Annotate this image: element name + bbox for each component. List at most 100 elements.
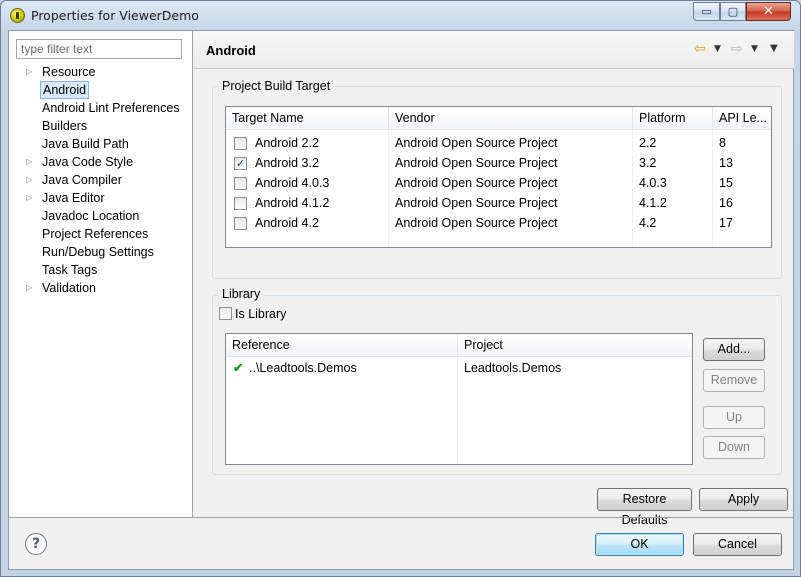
remove-library-button[interactable]: Remove [703, 369, 765, 392]
tree-item-label[interactable]: Builders [40, 117, 89, 135]
table-row[interactable]: Android 4.0.3 Android Open Source Project… [226, 173, 771, 193]
tree-item[interactable]: Task Tags [9, 261, 193, 279]
is-library-label[interactable]: Is Library [235, 307, 286, 321]
column-project[interactable]: Project [458, 334, 692, 357]
forward-arrow-icon[interactable]: ⇨ [731, 41, 743, 57]
tree-item[interactable]: Javadoc Location [9, 207, 193, 225]
cell-api: 8 [719, 136, 726, 150]
cell-name: Android 3.2 [255, 156, 319, 170]
page-title: Android [206, 43, 256, 58]
tree-item[interactable]: Builders [9, 117, 193, 135]
properties-dialog: Properties for ViewerDemo ▭ ▢ ✕ ▷Resourc… [0, 0, 801, 577]
target-checkbox[interactable] [234, 197, 247, 210]
back-arrow-icon[interactable]: ⇦ [694, 41, 706, 57]
build-target-group-label: Project Build Target [219, 79, 334, 93]
close-icon: ✕ [763, 4, 774, 19]
tree-item-label[interactable]: Task Tags [40, 261, 99, 279]
table-row[interactable]: ✔ ..\Leadtools.Demos Leadtools.Demos [226, 358, 692, 378]
tree-item[interactable]: ▷ Java Code Style [9, 153, 193, 171]
tree-item[interactable]: ▷ Java Compiler [9, 171, 193, 189]
column-api-level[interactable]: API Le... [713, 107, 768, 130]
cell-vendor: Android Open Source Project [395, 216, 558, 230]
minimize-button[interactable]: ▭ [693, 2, 720, 21]
cell-vendor: Android Open Source Project [395, 176, 558, 190]
restore-defaults-button[interactable]: Restore Defaults [597, 488, 692, 527]
maximize-icon: ▢ [727, 5, 739, 18]
apply-button[interactable]: Apply [699, 488, 788, 511]
cell-vendor: Android Open Source Project [395, 156, 558, 170]
tree-item-label[interactable]: Android [40, 81, 90, 99]
tree-item[interactable]: ▷ Validation [9, 279, 193, 297]
tree-item-label[interactable]: Java Build Path [40, 135, 131, 153]
cell-api: 15 [719, 176, 733, 190]
cell-project: Leadtools.Demos [464, 361, 562, 375]
tree-item-label[interactable]: Javadoc Location [40, 207, 141, 225]
tree-item-label[interactable]: Java Code Style [40, 153, 135, 171]
tree-item-label[interactable]: Android Lint Preferences [40, 99, 182, 117]
target-checkbox[interactable] [234, 137, 247, 150]
cell-api: 16 [719, 196, 733, 210]
cell-vendor: Android Open Source Project [395, 136, 558, 150]
view-menu-icon[interactable]: ▼ [770, 43, 778, 54]
table-row[interactable]: Android 4.2 Android Open Source Project 4.… [226, 213, 771, 233]
minimize-icon: ▭ [701, 5, 712, 18]
tree-item[interactable]: Android Lint Preferences [9, 99, 193, 117]
tree-item-label[interactable]: Run/Debug Settings [40, 243, 156, 261]
back-dropdown-icon[interactable]: ▼ [714, 44, 721, 54]
expand-arrow-icon[interactable]: ▷ [26, 63, 36, 81]
filter-input[interactable] [16, 39, 182, 59]
cell-api: 17 [719, 216, 733, 230]
cell-platform: 4.2 [639, 216, 657, 230]
tree-item[interactable]: Project References [9, 225, 193, 243]
help-icon[interactable]: ? [25, 533, 47, 555]
build-target-header-row: Target Name Vendor Platform API Le... [226, 107, 771, 130]
target-checkbox[interactable] [234, 217, 247, 230]
window-title: Properties for ViewerDemo [31, 8, 199, 23]
expand-arrow-icon[interactable]: ▷ [26, 171, 36, 189]
cancel-button[interactable]: Cancel [693, 533, 782, 556]
expand-arrow-icon[interactable]: ▷ [26, 189, 36, 207]
table-row[interactable]: Android 2.2 Android Open Source Project 2.… [226, 133, 771, 153]
expand-arrow-icon[interactable]: ▷ [26, 153, 36, 171]
ok-button[interactable]: OK [595, 533, 684, 556]
tree-item-label[interactable]: Project References [40, 225, 150, 243]
tree-item-label[interactable]: Java Compiler [40, 171, 124, 189]
property-page: Android ⇦ ▼ ⇨ ▼ ▼ Project Build Target T… [194, 31, 794, 527]
column-target-name[interactable]: Target Name [226, 107, 389, 130]
tree-item-label[interactable]: Java Editor [40, 189, 107, 207]
tree-item-label[interactable]: Resource [40, 63, 98, 81]
column-reference[interactable]: Reference [226, 334, 458, 357]
tree-item-label[interactable]: Validation [40, 279, 98, 297]
maximize-button[interactable]: ▢ [720, 2, 746, 21]
tree-item[interactable]: ▷ Resource [9, 63, 193, 81]
build-target-table: Target Name Vendor Platform API Le... An… [225, 106, 772, 248]
up-button[interactable]: Up [703, 406, 765, 429]
dialog-client-area: ▷ResourceAndroidAndroid Lint Preferences… [8, 30, 794, 570]
down-button[interactable]: Down [703, 436, 765, 459]
cell-name: Android 4.2 [255, 216, 319, 230]
add-library-button[interactable]: Add... [703, 338, 765, 361]
cell-vendor: Android Open Source Project [395, 196, 558, 210]
table-row[interactable]: ✓ Android 3.2 Android Open Source Project 3… [226, 153, 771, 173]
cell-api: 13 [719, 156, 733, 170]
expand-arrow-icon[interactable]: ▷ [26, 279, 36, 297]
target-checkbox[interactable]: ✓ [234, 157, 247, 170]
is-library-checkbox[interactable] [219, 307, 232, 320]
close-button[interactable]: ✕ [746, 2, 791, 21]
column-vendor[interactable]: Vendor [389, 107, 633, 130]
forward-dropdown-icon[interactable]: ▼ [751, 44, 758, 54]
cell-name: Android 4.0.3 [255, 176, 330, 190]
cell-name: Android 2.2 [255, 136, 319, 150]
tree-item[interactable]: Run/Debug Settings [9, 243, 193, 261]
tree-item[interactable]: Java Build Path [9, 135, 193, 153]
table-row[interactable]: Android 4.1.2 Android Open Source Project… [226, 193, 771, 213]
column-platform[interactable]: Platform [633, 107, 713, 130]
library-table: Reference Project ✔ ..\Leadtools.Demos Lea… [225, 333, 693, 465]
page-header: Android ⇦ ▼ ⇨ ▼ ▼ [194, 31, 794, 69]
preferences-tree: ▷ Resource Android Android Lint Preferences… [9, 63, 193, 297]
tree-item[interactable]: ▷ Java Editor [9, 189, 193, 207]
title-bar: Properties for ViewerDemo ▭ ▢ ✕ [1, 1, 800, 30]
cell-platform: 4.0.3 [639, 176, 667, 190]
tree-item[interactable]: Android [9, 81, 193, 99]
target-checkbox[interactable] [234, 177, 247, 190]
